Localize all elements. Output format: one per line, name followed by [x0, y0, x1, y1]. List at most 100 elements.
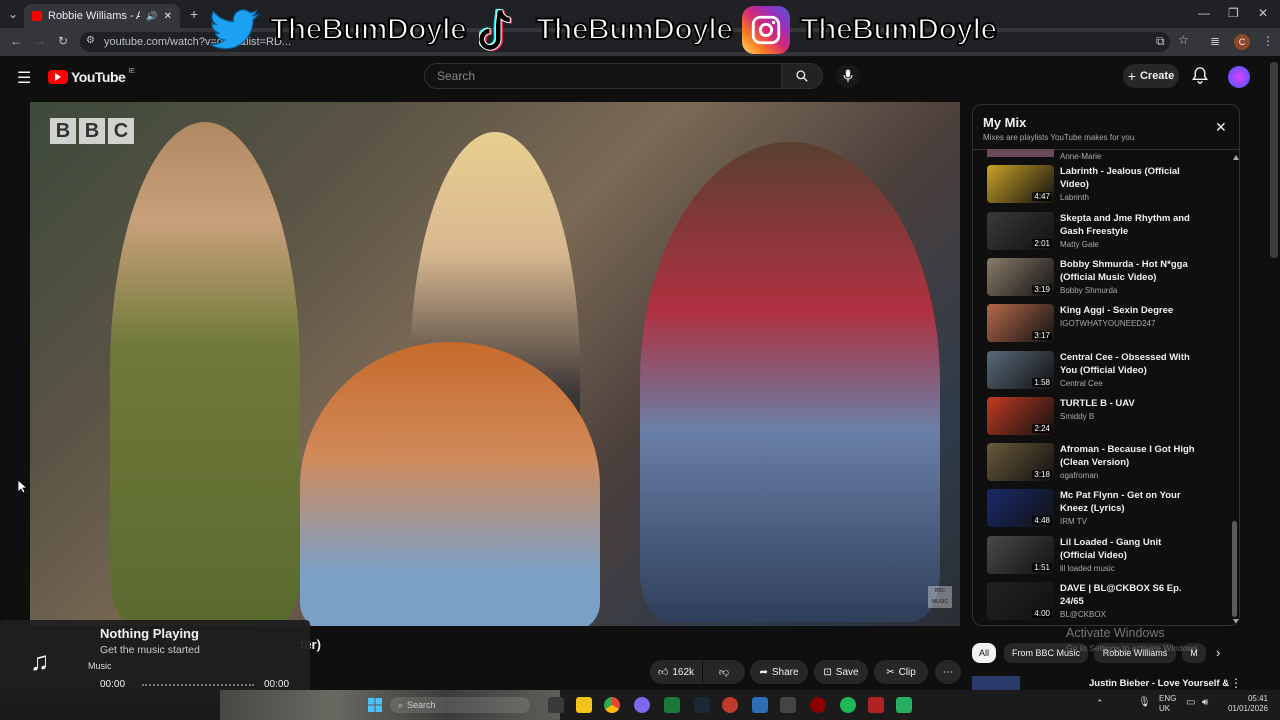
playlist-item-title[interactable]: Lil Loaded - Gang Unit (Official Video) — [1060, 536, 1195, 562]
playlist-thumbnail[interactable]: 3:19 — [987, 258, 1054, 296]
create-label: Create — [1139, 70, 1175, 82]
extensions-icon[interactable]: ≣ — [1210, 34, 1220, 48]
youtube-wordmark: YouTube — [71, 69, 126, 85]
spotify-icon[interactable] — [840, 697, 856, 713]
tray-overflow-icon[interactable]: ⌃ — [1096, 698, 1104, 709]
playlist-thumbnail[interactable]: 3:18 — [987, 443, 1054, 481]
profile-avatar[interactable]: C — [1234, 34, 1250, 50]
youtube-logo[interactable]: YouTube IE — [48, 68, 135, 85]
reload-icon[interactable]: ↻ — [58, 34, 68, 48]
app-icon-green[interactable] — [896, 697, 912, 713]
playlist-item[interactable]: 1:51 Lil Loaded - Gang Unit (Official Vid… — [987, 536, 1231, 580]
volume-icon[interactable]: 🔊︎ — [1202, 697, 1208, 708]
app-icon-red[interactable] — [722, 697, 738, 713]
tab-close-icon[interactable]: ✕ — [164, 11, 172, 22]
playlist-item-title[interactable]: Labrinth - Jealous (Official Video) — [1060, 165, 1195, 191]
playlist-item[interactable]: 2:24 TURTLE B - UAV Smiddy B — [987, 397, 1231, 441]
playlist-thumbnail[interactable]: 1:58 — [987, 351, 1054, 389]
playlist-item-title[interactable]: Mc Pat Flynn - Get on Your Kneez (Lyrics… — [1060, 489, 1195, 515]
taskbar-search[interactable]: ⌕ Search — [390, 697, 530, 713]
playlist-scroll-up-icon[interactable] — [1233, 155, 1239, 160]
save-button[interactable]: ⊡ Save — [814, 660, 868, 684]
playlist-thumbnail[interactable]: 4:00 — [987, 582, 1054, 620]
app-icon-grey[interactable] — [780, 697, 796, 713]
create-button[interactable]: + Create — [1123, 64, 1179, 88]
playlist-item[interactable]: 4:47 Labrinth - Jealous (Official Video) L… — [987, 165, 1231, 209]
store-icon[interactable] — [752, 697, 768, 713]
account-avatar[interactable] — [1228, 66, 1250, 88]
playlist-item-title[interactable]: Skepta and Jme Rhythm and Gash Freestyle — [1060, 212, 1195, 238]
playlist-thumbnail[interactable]: 3:17 — [987, 304, 1054, 342]
playlist-item-title[interactable]: Central Cee - Obsessed With You (Officia… — [1060, 351, 1195, 377]
clip-button[interactable]: ✂ Clip — [874, 660, 928, 684]
steam-icon[interactable] — [694, 697, 710, 713]
music-progress-bar[interactable] — [142, 684, 254, 689]
network-icon[interactable]: ▭ — [1186, 697, 1195, 708]
chrome-icon[interactable] — [604, 697, 620, 713]
voice-search-button[interactable] — [836, 64, 860, 88]
playlist-item-title[interactable]: TURTLE B - UAV — [1060, 397, 1195, 410]
window-close-icon[interactable]: ✕ — [1258, 6, 1268, 20]
bookmark-star-icon[interactable]: ☆ — [1178, 33, 1189, 47]
next-video-title[interactable]: Justin Bieber - Love Yourself & — [1089, 678, 1229, 689]
task-view-icon[interactable] — [548, 697, 564, 713]
dislike-button[interactable]: 👎︎ — [703, 660, 745, 684]
more-actions-button[interactable]: ⋯ — [935, 660, 961, 684]
browser-tab[interactable]: Robbie Williams - Angels (L 🔊 ✕ — [24, 4, 180, 28]
chrome-menu-icon[interactable]: ⋮ — [1262, 34, 1274, 48]
playlist-item[interactable]: 3:19 Bobby Shmurda - Hot N*gga (Official … — [987, 258, 1231, 302]
playlist-item-title[interactable]: King Aggi - Sexin Degree — [1060, 304, 1195, 317]
minimize-icon[interactable]: — — [1198, 6, 1210, 20]
playlist-item[interactable]: 3:17 King Aggi - Sexin Degree IGOTWHATYOUN… — [987, 304, 1231, 348]
playlist-thumbnail[interactable]: 1:51 — [987, 536, 1054, 574]
tray-mic-icon[interactable]: 🎙︎ — [1138, 697, 1151, 708]
app-icon[interactable] — [634, 697, 650, 713]
tab-list-icon[interactable]: ⌄ — [8, 7, 18, 21]
playlist-item[interactable]: 2:01 Skepta and Jme Rhythm and Gash Frees… — [987, 212, 1231, 256]
playlist-scroll-down-icon[interactable] — [1233, 619, 1239, 624]
playlist-thumbnail[interactable]: 2:24 — [987, 397, 1054, 435]
playlist-item-title[interactable]: DAVE | BL@CKBOX S6 Ep. 24/65 — [1060, 582, 1195, 608]
xbox-icon[interactable] — [664, 697, 680, 713]
forward-icon[interactable]: → — [34, 34, 46, 48]
playlist-item-channel: IGOTWHATYOUNEED247 — [1060, 319, 1156, 328]
playlist-item-title[interactable]: Afroman - Because I Got High (Clean Vers… — [1060, 443, 1195, 469]
like-button[interactable]: 👍︎ 162k — [650, 660, 702, 684]
page-scrollbar[interactable] — [1270, 62, 1278, 258]
windows-start-icon[interactable] — [368, 698, 382, 715]
more-horizontal-icon: ⋯ — [943, 666, 953, 678]
bbc-logo: B B C — [50, 118, 134, 144]
playlist-thumbnail[interactable]: 2:01 — [987, 212, 1054, 250]
notifications-bell-icon[interactable] — [1192, 67, 1208, 87]
playlist-item[interactable]: 4:00 DAVE | BL@CKBOX S6 Ep. 24/65 BL@CKBOX — [987, 582, 1231, 625]
close-playlist-icon[interactable]: ✕ — [1215, 119, 1227, 136]
playlist-item[interactable]: 3:18 Afroman - Because I Got High (Clean … — [987, 443, 1231, 487]
hamburger-menu-icon[interactable]: ☰ — [17, 68, 31, 88]
video-player[interactable]: B B C BBC MUSIC — [30, 102, 960, 626]
app-icon-dark-red[interactable] — [810, 697, 826, 713]
taskbar-clock[interactable]: 05:41 01/01/2026 — [1222, 694, 1268, 714]
playlist-thumbnail[interactable]: 4:47 — [987, 165, 1054, 203]
next-thumbnail[interactable] — [972, 676, 1020, 690]
search-input[interactable]: Search — [424, 63, 782, 89]
next-more-icon[interactable]: ⋮ — [1230, 676, 1242, 690]
playlist-thumbnail[interactable]: 4:48 — [987, 489, 1054, 527]
back-icon[interactable]: ← — [10, 34, 22, 48]
share-button[interactable]: ➦ Share — [750, 660, 808, 684]
playlist-item[interactable]: 1:58 Central Cee - Obsessed With You (Off… — [987, 351, 1231, 395]
install-icon[interactable]: ⧉ — [1156, 34, 1165, 49]
file-explorer-icon[interactable] — [576, 697, 592, 713]
chips-next-icon[interactable]: › — [1216, 645, 1220, 660]
playlist-item-title[interactable]: Bobby Shmurda - Hot N*gga (Official Musi… — [1060, 258, 1195, 284]
playlist-item[interactable]: 4:48 Mc Pat Flynn - Get on Your Kneez (Ly… — [987, 489, 1231, 533]
app-icon-crimson[interactable] — [868, 697, 884, 713]
region-label: UK — [1159, 704, 1171, 713]
site-info-icon[interactable]: ⚙ — [86, 35, 95, 46]
restore-icon[interactable]: ❐ — [1228, 6, 1239, 20]
chip-all[interactable]: All — [972, 643, 996, 663]
tab-audio-icon[interactable]: 🔊 — [146, 11, 157, 22]
search-button[interactable] — [781, 63, 823, 89]
input-language[interactable]: ENG UK — [1159, 694, 1176, 714]
new-tab-icon[interactable]: + — [190, 6, 198, 22]
playlist-scrollbar[interactable] — [1232, 521, 1237, 617]
